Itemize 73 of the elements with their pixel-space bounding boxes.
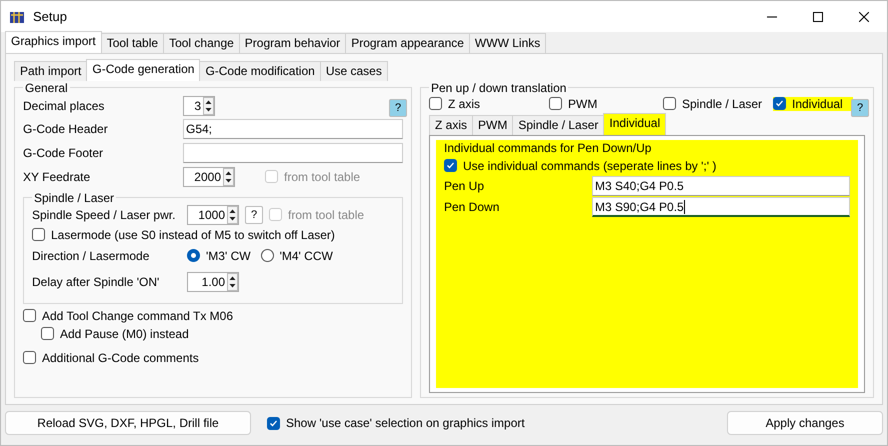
text-field[interactable] — [183, 142, 403, 163]
field-label: G-Code Footer — [23, 146, 104, 160]
tab[interactable]: Path import — [14, 60, 88, 81]
field-label: Pen Up — [444, 179, 486, 194]
number-spinner[interactable]: 3 — [183, 96, 215, 116]
tab[interactable]: Individual — [603, 112, 666, 135]
checkbox[interactable] — [23, 351, 36, 364]
field-label: Spindle Speed / Laser pwr. — [32, 208, 176, 222]
checkbox-label: from tool table — [288, 208, 364, 222]
radio-button[interactable] — [260, 249, 274, 262]
section-title: Individual commands for Pen Down/Up — [444, 140, 652, 155]
group-title: Pen up / down translation — [430, 80, 568, 95]
checkbox-label: Use individual commands (seperate lines by ';' ) — [463, 158, 716, 173]
check-icon — [775, 99, 784, 108]
tab[interactable]: WWW Links — [468, 33, 546, 53]
field-label: Delay after Spindle 'ON' — [32, 274, 160, 289]
group-title: General — [24, 80, 69, 95]
help-button[interactable]: ? — [851, 98, 869, 117]
field-label: Direction / Lasermode — [32, 248, 150, 263]
spin-arrows-icon — [223, 168, 234, 186]
spin-arrows-icon — [203, 96, 214, 115]
field-label: Decimal places — [23, 98, 106, 113]
field-label: Pen Down — [444, 200, 500, 214]
checkbox-label: Spindle / Laser — [682, 96, 762, 111]
checkbox-label: Additional G-Code comments — [42, 350, 199, 365]
minimize-icon — [767, 16, 777, 18]
checkbox[interactable] — [32, 228, 45, 242]
radio-label: 'M3' CW — [206, 248, 251, 263]
group-title: Spindle / Laser — [33, 190, 116, 205]
check-icon — [269, 418, 278, 428]
close-icon — [859, 12, 869, 22]
checkbox-label: Lasermode (use S0 instead of M5 to switch off Laser) — [51, 228, 335, 242]
checkbox[interactable] — [549, 97, 562, 110]
checkbox-label: Add Pause (M0) instead — [60, 326, 189, 341]
field-label: G-Code Header — [23, 122, 109, 136]
number-spinner[interactable]: 2000 — [183, 166, 235, 187]
number-spinner[interactable]: 1000 — [187, 204, 239, 225]
checkbox[interactable] — [773, 97, 786, 110]
spin-arrows-icon — [227, 272, 238, 291]
help-button[interactable]: ? — [245, 206, 263, 224]
radio-button[interactable] — [187, 249, 200, 262]
checkbox-label: Show 'use case' selection on graphics import — [286, 416, 525, 430]
checkbox[interactable] — [663, 97, 676, 110]
checkbox-label: from tool table — [284, 170, 360, 184]
tab[interactable]: PWM — [472, 114, 514, 135]
tab[interactable]: G-Code generation — [86, 58, 200, 81]
spin-arrows-icon — [227, 206, 238, 224]
reload-button[interactable]: Reload SVG, DXF, HPGL, Drill file — [5, 411, 251, 435]
checkbox[interactable] — [41, 327, 54, 340]
text-field[interactable]: M3 S40;G4 P0.5 — [592, 176, 850, 196]
window-title: Setup — [33, 9, 68, 24]
text-field[interactable]: M3 S90;G4 P0.5 — [592, 197, 850, 218]
tab[interactable]: G-Code modification — [199, 60, 321, 81]
maximize-icon — [813, 12, 823, 22]
field-label: XY Feedrate — [23, 170, 92, 184]
tab[interactable]: Spindle / Laser — [512, 114, 604, 135]
tab[interactable]: Use cases — [320, 60, 388, 81]
tab[interactable]: Graphics import — [5, 31, 102, 53]
checkbox[interactable] — [267, 416, 280, 430]
checkbox[interactable] — [429, 97, 442, 110]
checkbox-label: Add Tool Change command Tx M06 — [42, 308, 233, 323]
apply-button[interactable]: Apply changes — [727, 411, 883, 435]
number-spinner[interactable]: 1.00 — [187, 272, 239, 292]
help-button[interactable]: ? — [389, 98, 407, 117]
checkbox-label: PWM — [568, 96, 598, 111]
checkbox-label: Individual — [792, 96, 843, 111]
checkbox[interactable] — [23, 309, 36, 322]
text-field[interactable]: G54; — [183, 118, 403, 139]
checkbox[interactable] — [444, 159, 457, 172]
check-icon — [446, 161, 455, 170]
radio-label: 'M4' CCW — [280, 248, 333, 263]
checkbox-label: Z axis — [448, 96, 480, 111]
tab[interactable]: Z axis — [429, 114, 474, 135]
